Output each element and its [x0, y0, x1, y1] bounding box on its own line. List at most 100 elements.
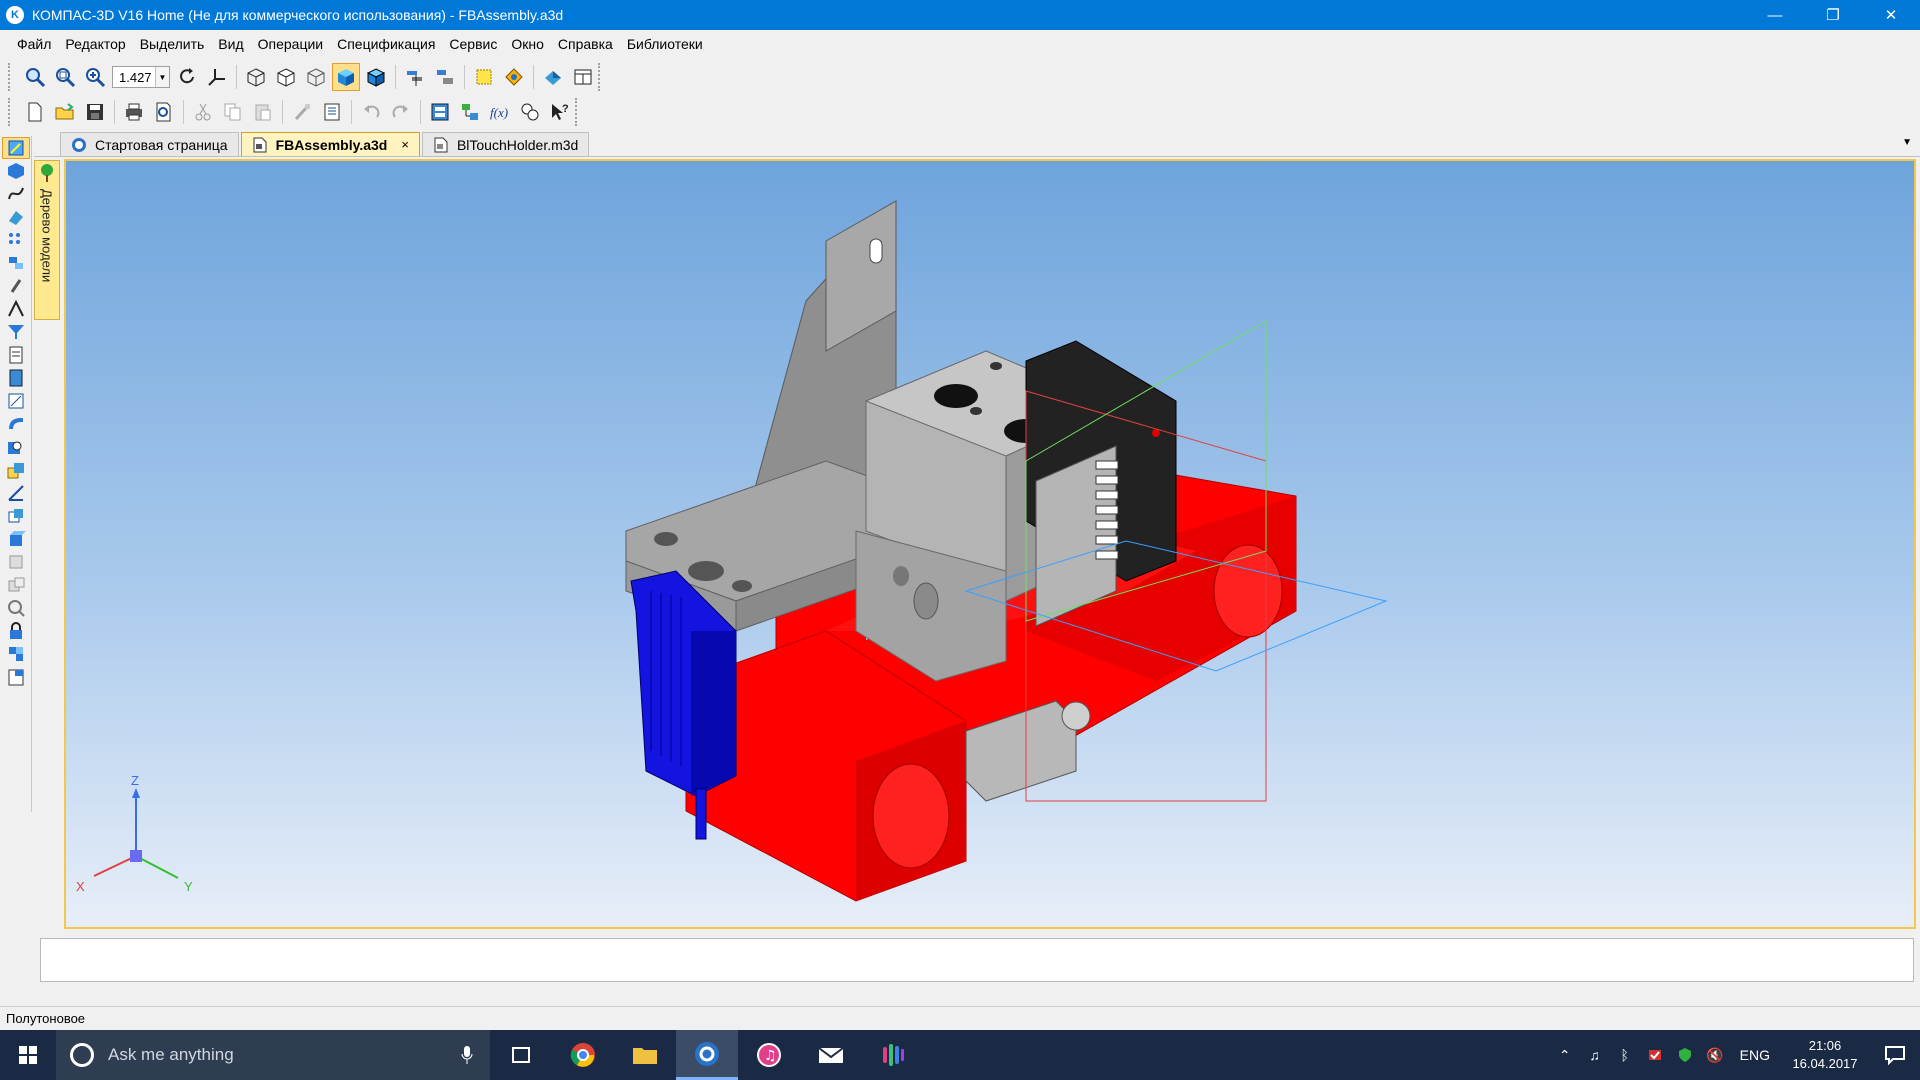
manager-button[interactable] [426, 98, 454, 126]
menu-specification[interactable]: Спецификация [330, 36, 442, 52]
wireframe-button[interactable] [242, 63, 270, 91]
menu-view[interactable]: Вид [211, 36, 250, 52]
redo-button[interactable] [387, 98, 415, 126]
task-view-button[interactable] [490, 1030, 552, 1080]
tray-overflow-chevron-icon[interactable]: ⌃ [1550, 1030, 1580, 1080]
thin-hidden-lines-button[interactable] [302, 63, 330, 91]
left-tool-gray-2[interactable] [2, 574, 30, 596]
left-tool-spline[interactable] [2, 183, 30, 205]
left-tool-cube-edit[interactable] [2, 528, 30, 550]
tray-security-icon[interactable] [1640, 1030, 1670, 1080]
clock[interactable]: 21:06 16.04.2017 [1780, 1037, 1870, 1073]
left-tool-gray-1[interactable] [2, 551, 30, 573]
display-constraints-button[interactable] [470, 63, 498, 91]
left-tool-library[interactable] [2, 643, 30, 665]
menu-file[interactable]: Файл [10, 36, 58, 52]
taskbar-file-explorer[interactable] [614, 1030, 676, 1080]
left-tool-surface[interactable] [2, 206, 30, 228]
kompas-app-icon[interactable]: K [6, 6, 24, 24]
restore-button[interactable]: ❐ [1804, 0, 1862, 30]
menu-help[interactable]: Справка [551, 36, 620, 52]
left-tool-report[interactable] [2, 367, 30, 389]
tray-volume-icon[interactable]: 🔇 [1700, 1030, 1730, 1080]
tab-bltouchholder[interactable]: BlTouchHolder.m3d [421, 132, 590, 156]
menu-window[interactable]: Окно [504, 36, 551, 52]
undo-button[interactable] [357, 98, 385, 126]
tray-shield-icon[interactable] [1670, 1030, 1700, 1080]
print-button[interactable] [120, 98, 148, 126]
menu-libraries[interactable]: Библиотеки [620, 36, 710, 52]
left-tool-diagnostics[interactable] [2, 459, 30, 481]
measure-table-button[interactable] [569, 63, 597, 91]
taskbar-itunes[interactable]: ♫ [738, 1030, 800, 1080]
tab-start-page[interactable]: Стартовая страница [60, 132, 239, 156]
numbering-button[interactable] [516, 98, 544, 126]
left-tool-copy-geometry[interactable] [2, 505, 30, 527]
save-button[interactable] [81, 98, 109, 126]
color-display-button[interactable] [500, 63, 528, 91]
tray-itunes-icon[interactable]: ♫ [1580, 1030, 1610, 1080]
left-tool-filter[interactable] [2, 321, 30, 343]
left-tool-search[interactable] [2, 597, 30, 619]
menu-operations[interactable]: Операции [251, 36, 331, 52]
taskbar-app-bars[interactable] [862, 1030, 924, 1080]
paste-button[interactable] [249, 98, 277, 126]
shaded-edges-button[interactable] [362, 63, 390, 91]
command-input-bar[interactable] [40, 938, 1914, 982]
variables-button[interactable]: f(x) [486, 98, 514, 126]
tab-fbassembly[interactable]: FBAssembly.a3d × [240, 132, 420, 156]
tree-view-button[interactable] [456, 98, 484, 126]
copy-button[interactable] [219, 98, 247, 126]
shaded-button[interactable] [332, 63, 360, 91]
help-pointer-button[interactable]: ? [546, 98, 574, 126]
left-tool-lock[interactable] [2, 620, 30, 642]
left-tool-specification[interactable] [2, 344, 30, 366]
model-tree-tab[interactable]: Дерево модели [34, 160, 60, 320]
cut-button[interactable] [189, 98, 217, 126]
zoom-fit-button[interactable] [51, 63, 79, 91]
hidden-lines-button[interactable] [272, 63, 300, 91]
close-button[interactable]: ✕ [1862, 0, 1920, 30]
close-tab-icon[interactable]: × [401, 137, 409, 152]
rotate-button[interactable] [173, 63, 201, 91]
chevron-down-icon[interactable]: ▼ [155, 67, 169, 87]
menu-editor[interactable]: Редактор [58, 36, 132, 52]
toolbar-grip[interactable] [8, 63, 16, 91]
new-document-button[interactable] [21, 98, 49, 126]
left-tool-bend[interactable] [2, 413, 30, 435]
manipulator-button[interactable] [539, 63, 567, 91]
cortana-search-box[interactable]: Ask me anything [56, 1030, 490, 1080]
zoom-window-button[interactable] [21, 63, 49, 91]
taskbar-kompas[interactable] [676, 1030, 738, 1080]
3d-viewport[interactable]: Z X Y [64, 159, 1916, 929]
left-tool-fasteners[interactable] [2, 275, 30, 297]
start-button[interactable] [0, 1030, 56, 1080]
zoom-scale-field[interactable]: 1.427 ▼ [112, 66, 170, 88]
tray-bluetooth-icon[interactable]: ᛒ [1610, 1030, 1640, 1080]
left-tool-measure[interactable] [2, 436, 30, 458]
perspective-button[interactable] [431, 63, 459, 91]
assembly-model[interactable]: Z X Y [66, 161, 1914, 927]
zoom-in-button[interactable] [81, 63, 109, 91]
microphone-icon[interactable] [460, 1045, 474, 1065]
tab-list-chevron-icon[interactable]: ▼ [1902, 137, 1912, 148]
properties-button[interactable] [318, 98, 346, 126]
copy-properties-button[interactable] [288, 98, 316, 126]
left-tool-mates[interactable] [2, 252, 30, 274]
menu-select[interactable]: Выделить [133, 36, 212, 52]
left-tool-report-2[interactable] [2, 666, 30, 688]
left-tool-array[interactable] [2, 229, 30, 251]
language-indicator[interactable]: ENG [1740, 1047, 1770, 1063]
minimize-button[interactable]: — [1746, 0, 1804, 30]
left-tool-component[interactable] [2, 160, 30, 182]
action-center-button[interactable] [1870, 1045, 1920, 1065]
open-button[interactable] [51, 98, 79, 126]
left-tool-sketch[interactable] [2, 298, 30, 320]
menu-service[interactable]: Сервис [442, 36, 504, 52]
left-tool-editing[interactable] [2, 137, 30, 159]
taskbar-mail[interactable] [800, 1030, 862, 1080]
left-tool-dimension[interactable] [2, 390, 30, 412]
orientation-button[interactable] [203, 63, 231, 91]
left-tool-angle[interactable] [2, 482, 30, 504]
section-button[interactable] [401, 63, 429, 91]
